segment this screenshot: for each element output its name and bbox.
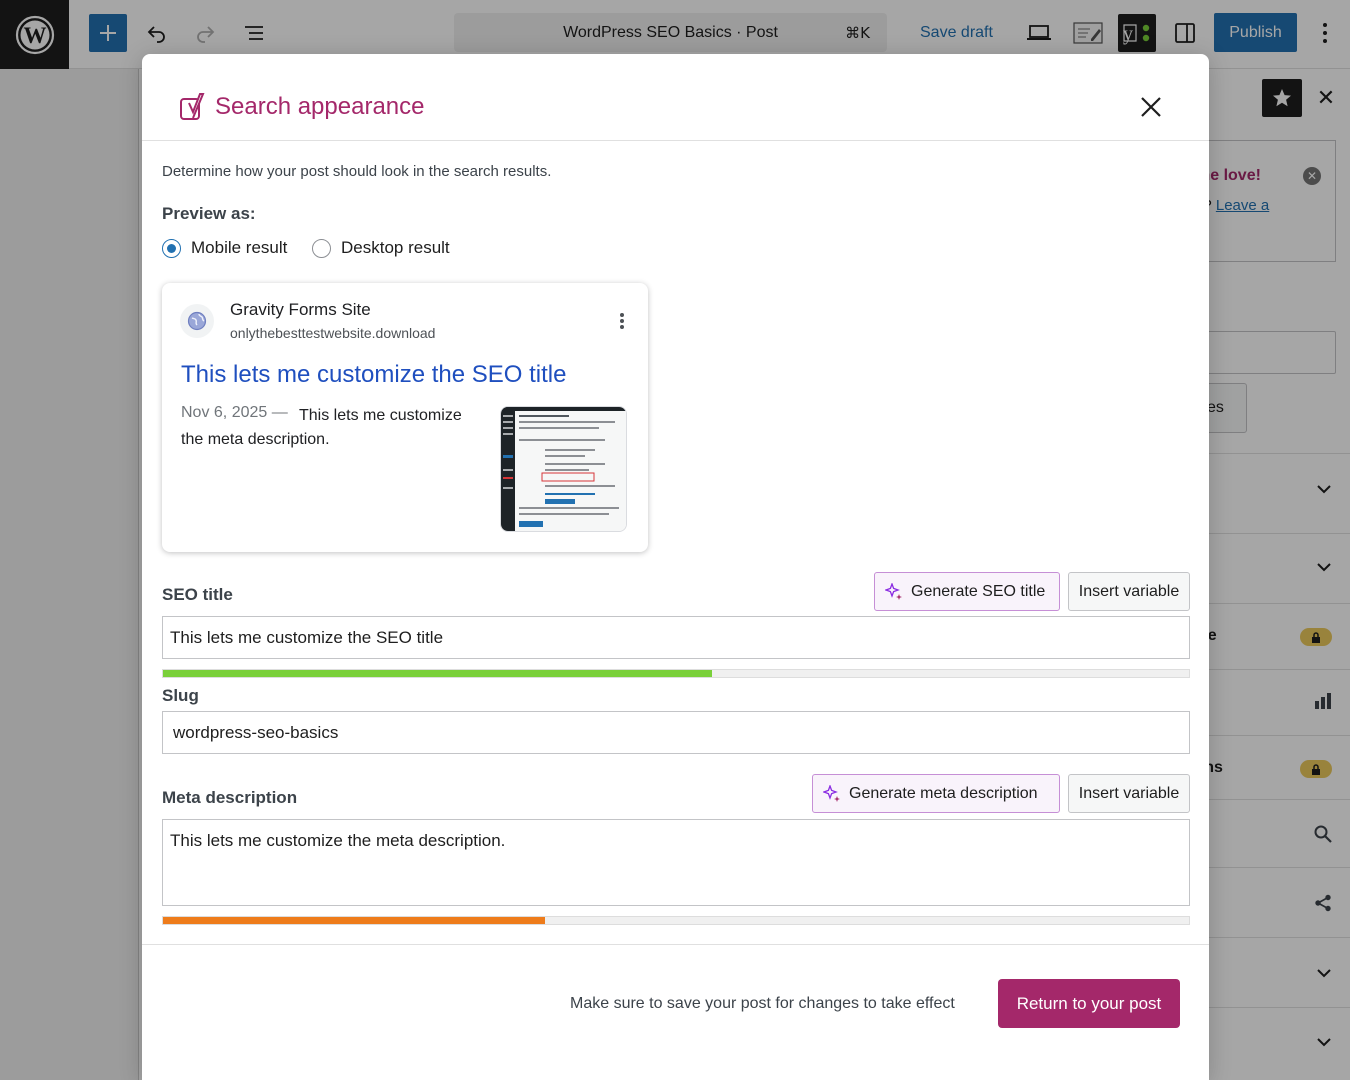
insert-variable-button[interactable]: Insert variable bbox=[1068, 572, 1190, 611]
mobile-result-option[interactable]: Mobile result bbox=[162, 238, 287, 258]
modal-title: Search appearance bbox=[215, 93, 425, 120]
sparkle-icon bbox=[823, 784, 840, 802]
generate-meta-description-button[interactable]: Generate meta description bbox=[812, 774, 1060, 813]
modal-description: Determine how your post should look in t… bbox=[162, 163, 552, 180]
meta-description-progress-fill bbox=[163, 917, 545, 924]
serp-site-name: Gravity Forms Site bbox=[230, 300, 371, 319]
seo-title-progress bbox=[162, 669, 1190, 678]
save-reminder-text: Make sure to save your post for changes … bbox=[570, 995, 955, 1012]
meta-description-label: Meta description bbox=[162, 788, 298, 807]
modal-header: Search appearance bbox=[142, 54, 1209, 141]
seo-title-progress-fill bbox=[163, 670, 712, 677]
mobile-result-label: Mobile result bbox=[191, 238, 288, 257]
close-icon[interactable] bbox=[1138, 94, 1164, 120]
meta-description-textarea[interactable]: This lets me customize the meta descript… bbox=[162, 819, 1190, 906]
serp-date: Nov 6, 2025 — bbox=[181, 404, 288, 421]
mobile-result-radio[interactable] bbox=[162, 238, 181, 258]
desktop-result-label: Desktop result bbox=[341, 238, 450, 257]
sparkle-icon bbox=[885, 582, 902, 600]
insert-variable-button[interactable]: Insert variable bbox=[1068, 774, 1190, 813]
seo-title-input[interactable]: This lets me customize the SEO title bbox=[162, 616, 1190, 659]
yoast-logo-icon bbox=[180, 93, 206, 121]
generate-seo-title-button[interactable]: Generate SEO title bbox=[874, 572, 1060, 611]
return-to-post-button[interactable]: Return to your post bbox=[998, 979, 1180, 1028]
globe-icon bbox=[180, 304, 214, 338]
slug-label: Slug bbox=[162, 686, 199, 705]
preview-as-label: Preview as: bbox=[162, 204, 256, 223]
serp-title: This lets me customize the SEO title bbox=[181, 361, 567, 388]
seo-title-label: SEO title bbox=[162, 585, 233, 604]
meta-description-progress bbox=[162, 916, 1190, 925]
modal-footer: Make sure to save your post for changes … bbox=[142, 944, 1209, 1080]
serp-thumbnail bbox=[500, 406, 627, 532]
search-appearance-modal: Search appearance Determine how your pos… bbox=[142, 54, 1209, 1080]
desktop-result-radio[interactable] bbox=[312, 238, 331, 258]
serp-preview-card: Gravity Forms Site onlythebesttestwebsit… bbox=[162, 283, 648, 552]
desktop-result-option[interactable]: Desktop result bbox=[312, 238, 450, 258]
more-vertical-icon bbox=[619, 312, 625, 330]
serp-url: onlythebesttestwebsite.download bbox=[230, 325, 436, 341]
slug-input[interactable]: wordpress-seo-basics bbox=[162, 711, 1190, 754]
